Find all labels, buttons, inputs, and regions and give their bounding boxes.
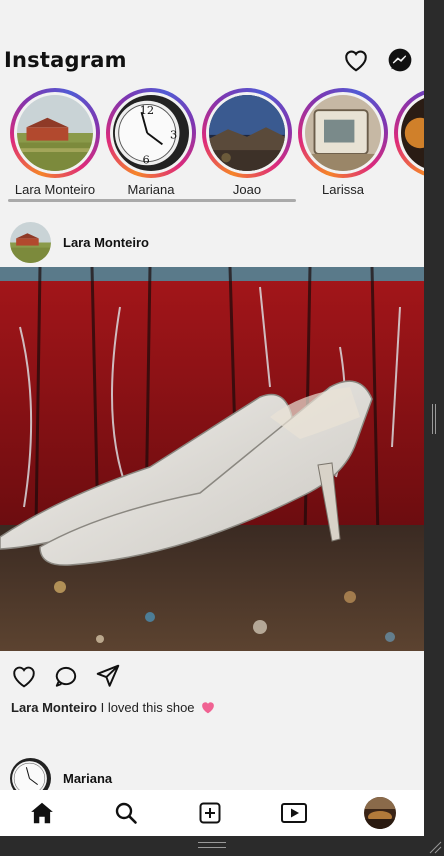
post-caption: Lara Monteiro I loved this shoe bbox=[11, 700, 215, 717]
story-joao[interactable]: Joao bbox=[199, 88, 295, 197]
post-photo[interactable] bbox=[0, 267, 424, 651]
search-icon[interactable] bbox=[112, 799, 140, 827]
story-avatar bbox=[305, 95, 381, 171]
story-label: Mariana bbox=[127, 182, 175, 197]
new-post-icon[interactable] bbox=[196, 799, 224, 827]
caption-username[interactable]: Lara Monteiro bbox=[11, 700, 97, 715]
app-header: Instagram bbox=[0, 40, 424, 80]
next-post-username[interactable]: Mariana bbox=[63, 771, 112, 786]
home-icon[interactable] bbox=[28, 799, 56, 827]
messenger-icon[interactable] bbox=[386, 46, 414, 74]
story-mariana[interactable]: 12 3 6 Mariana bbox=[103, 88, 199, 197]
post-actions bbox=[10, 662, 122, 690]
caption-text: I loved this shoe bbox=[100, 700, 195, 715]
bottom-navigation bbox=[0, 790, 424, 836]
instagram-app: Instagram Lara Monteiro 12 3 6 Mariana J… bbox=[0, 0, 424, 836]
resize-corner-icon[interactable] bbox=[428, 840, 442, 854]
svg-text:3: 3 bbox=[170, 128, 177, 142]
story-label: Joao bbox=[232, 182, 262, 197]
svg-text:6: 6 bbox=[142, 152, 149, 166]
profile-avatar[interactable] bbox=[364, 797, 396, 829]
stories-scrollbar[interactable] bbox=[8, 199, 296, 202]
story-avatar bbox=[209, 95, 285, 171]
vertical-grip-handle[interactable] bbox=[432, 404, 436, 434]
story-avatar bbox=[401, 95, 424, 171]
comment-icon[interactable] bbox=[52, 662, 80, 690]
window-horizontal-resize-bar[interactable] bbox=[0, 836, 444, 856]
like-icon[interactable] bbox=[10, 662, 38, 690]
story-larissa[interactable]: Larissa bbox=[295, 88, 391, 197]
story-label: Lara Monteiro bbox=[14, 182, 96, 197]
app-logo: Instagram bbox=[4, 48, 127, 72]
reels-icon[interactable] bbox=[280, 799, 308, 827]
story-avatar: 12 3 6 bbox=[113, 95, 189, 171]
horizontal-grip-handle[interactable] bbox=[198, 842, 226, 848]
post-username[interactable]: Lara Monteiro bbox=[63, 235, 149, 250]
pink-heart-icon bbox=[201, 701, 215, 717]
post-header: Lara Monteiro bbox=[10, 222, 149, 263]
story-partial[interactable] bbox=[391, 88, 424, 182]
window-vertical-resize-bar[interactable] bbox=[424, 0, 444, 836]
stories-bar[interactable]: Lara Monteiro 12 3 6 Mariana Joao Larissa bbox=[0, 88, 424, 206]
post-author-avatar[interactable] bbox=[10, 222, 51, 263]
story-lara-monteiro[interactable]: Lara Monteiro bbox=[7, 88, 103, 197]
story-label: Larissa bbox=[322, 182, 364, 197]
story-avatar bbox=[17, 95, 93, 171]
heart-icon[interactable] bbox=[342, 46, 370, 74]
share-icon[interactable] bbox=[94, 662, 122, 690]
